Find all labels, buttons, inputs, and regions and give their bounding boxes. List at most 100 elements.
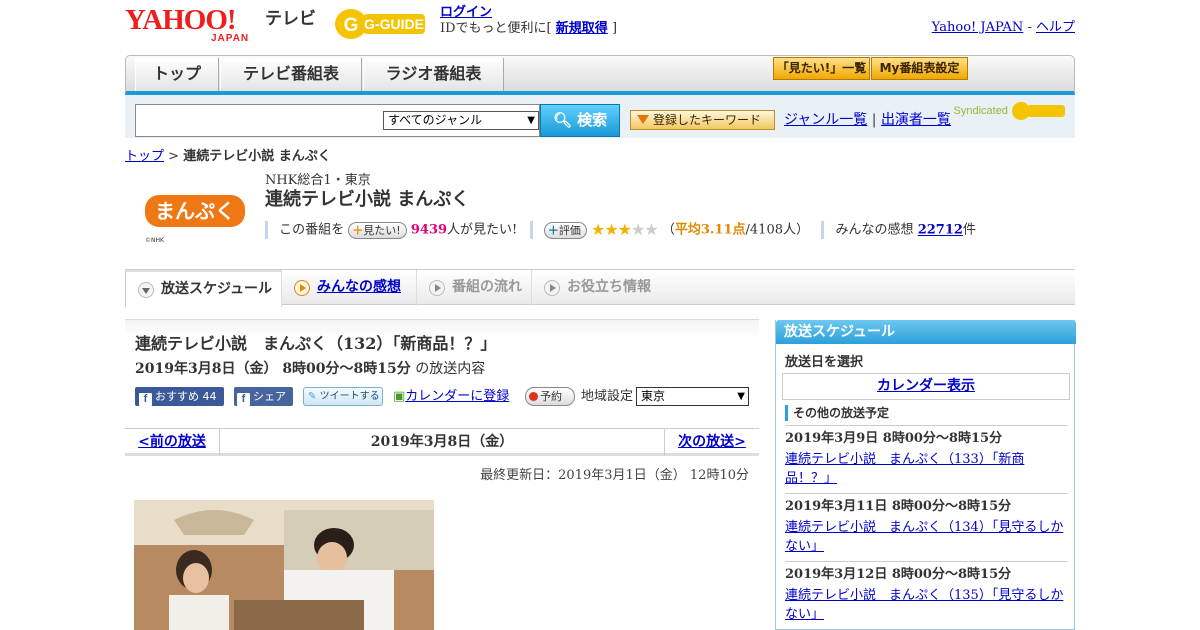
chevron-down-icon: ▼ — [737, 391, 745, 402]
facebook-recommend-button[interactable]: f おすすめ 44 — [135, 387, 224, 406]
schedule-item-date: 2019年3月12日 8時00分～8時15分 — [785, 567, 1012, 582]
broadcast-pager: <前の放送 2019年3月8日（金） 次の放送> — [125, 428, 759, 456]
svg-text:G: G — [344, 15, 359, 36]
facebook-share-button[interactable]: f シェア — [234, 387, 293, 406]
mitai-count: 9439 — [410, 222, 448, 238]
divider — [529, 221, 533, 239]
tv-label: テレビ — [265, 9, 316, 29]
reserve-button[interactable]: 予約 — [525, 387, 575, 406]
gguide-small-logo — [1012, 102, 1065, 120]
plus-icon: ＋ — [352, 223, 364, 237]
search-bar: すべてのジャンル ▼ 🔍︎ 検索 登録したキーワード ジャンル一覧 | 出演者一… — [125, 95, 1075, 138]
breadcrumb-current: 連続テレビ小説 まんぷく — [183, 149, 331, 164]
subtab-schedule-label: 放送スケジュール — [161, 281, 273, 297]
schedule-item: 2019年3月9日 8時00分～8時15分 連続テレビ小説 まんぷく（133）「… — [785, 425, 1067, 488]
chevron-down-icon: ▼ — [527, 115, 535, 126]
facebook-icon: f — [139, 393, 152, 406]
tweet-button[interactable]: ✎ ツイートする — [303, 387, 383, 406]
triangle-down-icon — [637, 115, 649, 124]
yahoo-logo-text: YAHOO! — [125, 4, 237, 36]
login-area: ログイン IDでもっと便利に[ 新規取得 ] — [440, 5, 617, 37]
rating-stars: ★★★★★ — [590, 220, 659, 239]
register-link[interactable]: 新規取得 — [556, 21, 608, 36]
prev-broadcast-link[interactable]: <前の放送 — [138, 434, 206, 450]
syndicated-label: Syndicated — [954, 100, 1068, 122]
schedule-item: 2019年3月12日 8時00分～8時15分 連続テレビ小説 まんぷく（135）… — [785, 561, 1067, 624]
registered-keyword-button[interactable]: 登録したキーワード — [630, 110, 775, 130]
yahoo-japan-link[interactable]: Yahoo! JAPAN — [932, 20, 1024, 35]
twitter-bird-icon: ✎ — [308, 391, 317, 402]
calendar-register-link[interactable]: カレンダーに登録 — [405, 389, 509, 404]
pager-current-date: 2019年3月8日（金） — [370, 434, 514, 450]
mitai-list-button[interactable]: 「見たい!」一覧 — [773, 57, 870, 80]
episode-date-value: 2019年3月8日（金） 8時00分～8時15分 — [135, 361, 411, 377]
hyoka-button[interactable]: ＋評価 — [543, 221, 587, 239]
genre-list-link[interactable]: ジャンル一覧 — [784, 112, 867, 128]
subtab-flow[interactable]: 番組の流れ — [417, 270, 532, 306]
subtab-kansou-link[interactable]: みんなの感想 — [317, 279, 401, 295]
calendar-plus-icon: ▣ — [393, 389, 406, 404]
divider — [821, 221, 825, 239]
rating-average: 平均3.11点 — [674, 222, 746, 238]
calendar-display: カレンダー表示 — [782, 373, 1070, 400]
my-schedule-button[interactable]: My番組表設定 — [871, 57, 968, 80]
play-arrow-icon — [429, 280, 445, 296]
schedule-item-date: 2019年3月11日 8時00分～8時15分 — [785, 499, 1012, 514]
search-icon: 🔍︎ — [552, 111, 572, 129]
channel-name: NHK総合1・東京 — [265, 173, 371, 188]
mitai-button[interactable]: ＋見たい! — [348, 221, 407, 239]
help-link[interactable]: ヘルプ — [1036, 20, 1075, 35]
next-broadcast: 次の放送> — [664, 429, 759, 456]
gguide-logo: G G-GUIDE — [335, 9, 425, 39]
program-title: 連続テレビ小説 まんぷく — [265, 189, 470, 210]
breadcrumb-top-link[interactable]: トップ — [125, 149, 164, 164]
gguide-logo-text: G-GUIDE — [364, 16, 424, 32]
reserve-label: 予約 — [540, 390, 562, 403]
divider — [265, 221, 268, 239]
fb-share-label: シェア — [253, 390, 286, 403]
schedule-item-link[interactable]: 連続テレビ小説 まんぷく（133）「新商品！？」 — [785, 450, 1067, 488]
kansou-count-link[interactable]: 22712 — [918, 223, 963, 238]
facebook-icon: f — [237, 393, 250, 406]
program-logo: まんぷく ©NHK — [145, 195, 245, 244]
sidebar-date-label: 放送日を選択 — [785, 355, 864, 370]
nav-tab-radio-schedule[interactable]: ラジオ番組表 — [363, 58, 504, 91]
calendar-display-link[interactable]: カレンダー表示 — [877, 378, 975, 394]
mitai-button-label: 見たい! — [363, 223, 401, 237]
search-button[interactable]: 🔍︎ 検索 — [540, 104, 620, 137]
schedule-item-link[interactable]: 連続テレビ小説 まんぷく（135）「見守るしかない」 — [785, 586, 1067, 624]
tweet-label: ツイートする — [319, 391, 380, 402]
prev-broadcast: <前の放送 — [125, 429, 220, 456]
region-select-value: 東京 — [641, 389, 666, 403]
subtab-schedule[interactable]: 放送スケジュール — [125, 270, 282, 307]
calendar-register[interactable]: ▣カレンダーに登録 — [393, 387, 509, 406]
yahoo-logo-sub: JAPAN — [211, 33, 250, 44]
breadcrumb: トップ > 連続テレビ小説 まんぷく — [125, 145, 331, 164]
record-dot-icon — [529, 392, 538, 401]
region-select[interactable]: 東京 ▼ — [636, 387, 749, 406]
sidebar-title: 放送スケジュール — [776, 320, 1076, 344]
next-broadcast-link[interactable]: 次の放送> — [678, 434, 746, 450]
nav-tab-top[interactable]: トップ — [135, 58, 219, 91]
login-link[interactable]: ログイン — [440, 5, 492, 20]
subtab-info[interactable]: お役立ち情報 — [532, 270, 667, 306]
genre-select-value: すべてのジャンル — [388, 113, 483, 127]
episode-photo — [134, 500, 434, 630]
play-arrow-icon — [544, 280, 560, 296]
genre-select[interactable]: すべてのジャンル ▼ — [383, 111, 539, 130]
performer-list-link[interactable]: 出演者一覧 — [881, 112, 951, 128]
search-button-label: 検索 — [577, 111, 608, 129]
login-text: IDでもっと便利に[ — [440, 21, 552, 36]
program-subtabs: 放送スケジュール みんなの感想 番組の流れ お役立ち情報 — [125, 269, 1075, 307]
last-updated: 最終更新日：2019年3月1日（金） 12時10分 — [480, 468, 749, 483]
main-nav: トップ テレビ番組表 ラジオ番組表 「見たい!」一覧 My番組表設定 — [125, 55, 1075, 95]
yahoo-japan-logo[interactable]: YAHOO! JAPAN — [125, 4, 260, 44]
subtab-kansou[interactable]: みんなの感想 — [282, 270, 417, 306]
schedule-item-link[interactable]: 連続テレビ小説 まんぷく（134）「見守るしかない」 — [785, 518, 1067, 556]
episode-date: 2019年3月8日（金） 8時00分～8時15分 の放送内容 — [135, 358, 485, 378]
syndicated-text: Syndicated — [953, 104, 1008, 117]
nav-tab-tv-schedule[interactable]: テレビ番組表 — [220, 58, 362, 91]
program-logo-text: まんぷく — [155, 199, 235, 223]
schedule-item-date: 2019年3月9日 8時00分～8時15分 — [785, 431, 1003, 446]
kono-label: この番組を — [279, 222, 345, 238]
